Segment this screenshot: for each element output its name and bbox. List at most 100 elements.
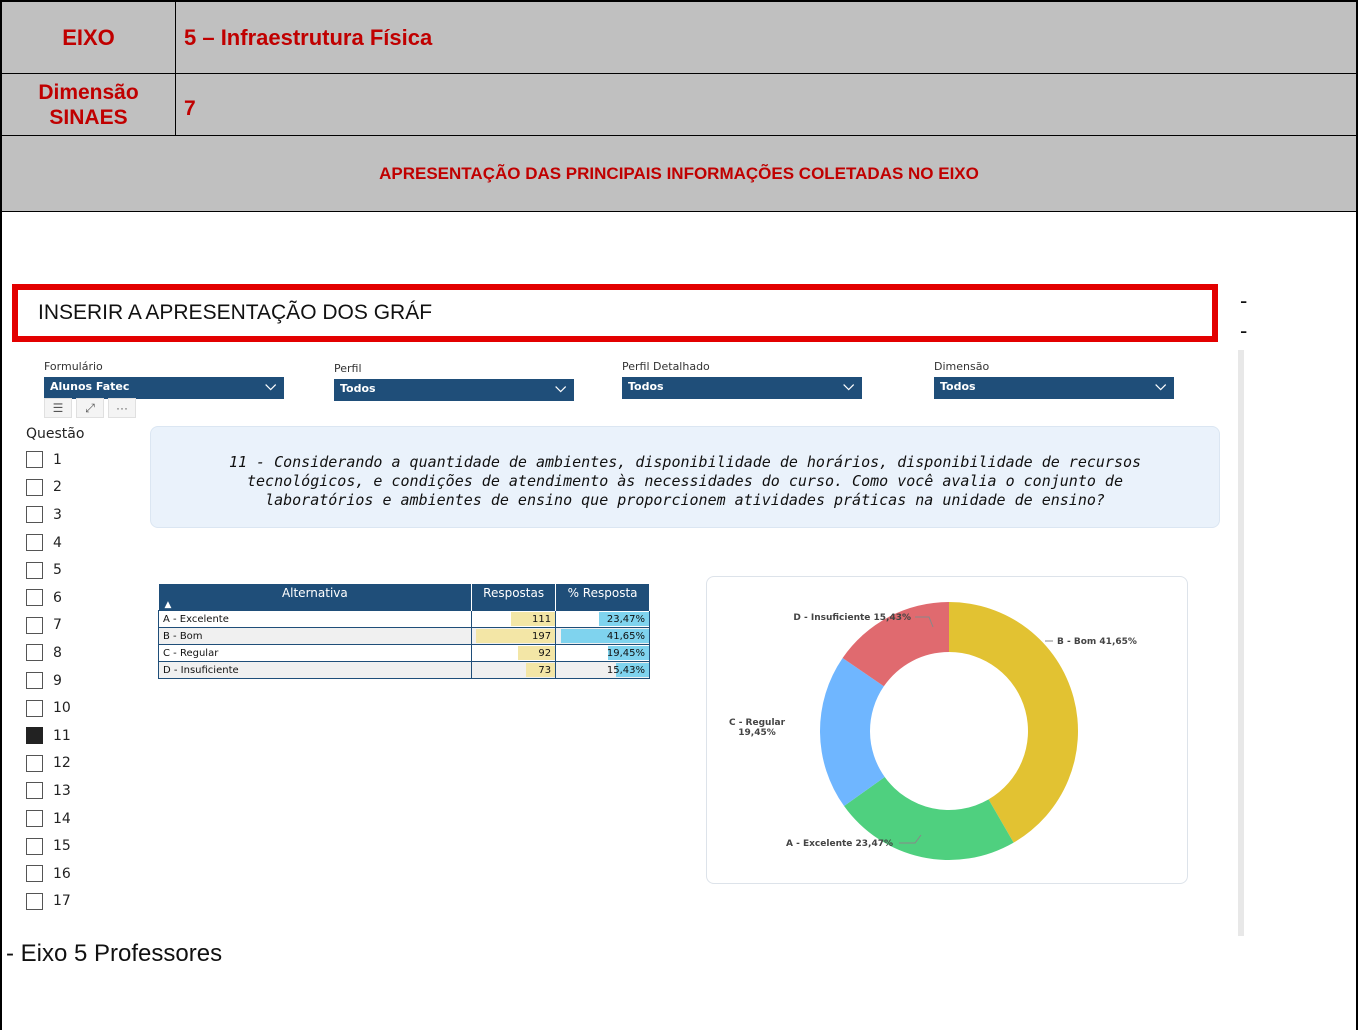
question-option[interactable]: 13 <box>26 777 71 805</box>
checkbox[interactable] <box>26 782 43 800</box>
results-table: Alternativa ▲ Respostas % Resposta A - E… <box>157 584 650 679</box>
slice-label: B - Bom 41,65% <box>1057 637 1137 647</box>
sort-up-icon: ▲ <box>164 600 172 610</box>
checkbox[interactable] <box>26 810 43 828</box>
dimensao-value: 7 <box>184 96 196 120</box>
dimensao-label: Dimensão SINAES <box>2 74 176 135</box>
dropdown-value: Todos <box>628 380 664 393</box>
alternativa-cell: A - Excelente <box>157 610 473 628</box>
chevron-down-icon: ⌵ <box>843 378 854 394</box>
question-option[interactable]: 17 <box>26 888 71 916</box>
question-option-label: 7 <box>53 617 62 634</box>
question-option-label: 13 <box>53 782 71 799</box>
slice-label: A - Excelente 23,47% <box>786 839 893 849</box>
table-row[interactable]: B - Bom 197 41,65% <box>157 627 650 645</box>
table-row[interactable]: A - Excelente 111 23,47% <box>157 610 650 628</box>
question-option-label: 11 <box>53 727 71 744</box>
document-header-table: EIXO 5 – Infraestrutura Física Dimensão S… <box>0 0 1358 212</box>
checkbox[interactable] <box>26 672 43 690</box>
filter-formulario: Formulário Alunos Fatec ⌵ <box>44 360 284 399</box>
checkbox[interactable] <box>26 865 43 883</box>
question-option[interactable]: 15 <box>26 832 71 860</box>
checkbox[interactable] <box>26 892 43 910</box>
respostas-value: 92 <box>538 647 552 659</box>
pct-resposta-cell: 23,47% <box>555 610 650 628</box>
dropdown-value: Todos <box>940 380 976 393</box>
filter-label: Dimensão <box>934 360 990 373</box>
question-option-label: 12 <box>53 755 71 772</box>
footer-caption: - Eixo 5 Professores <box>6 940 223 967</box>
checkbox[interactable] <box>26 534 43 552</box>
eixo-label: EIXO <box>2 2 176 73</box>
question-option-label: 1 <box>53 451 62 468</box>
question-option-label: 17 <box>53 893 71 910</box>
checkbox[interactable] <box>26 727 43 745</box>
checkbox[interactable] <box>26 616 43 634</box>
checkbox[interactable] <box>26 589 43 607</box>
checkbox[interactable] <box>26 561 43 579</box>
checkbox[interactable] <box>26 837 43 855</box>
table-row[interactable]: C - Regular 92 19,45% <box>157 644 650 662</box>
question-option-label: 16 <box>53 865 71 882</box>
document-body: INSERIR A APRESENTAÇÃO DOS GRÁF - - Form… <box>0 212 1358 1030</box>
question-option[interactable]: 14 <box>26 805 71 833</box>
checkbox[interactable] <box>26 699 43 717</box>
question-slicer-label: Questão <box>26 426 85 442</box>
column-header-label: Alternativa <box>281 586 348 600</box>
checkbox[interactable] <box>26 478 43 496</box>
perfil-detalhado-dropdown[interactable]: Todos ⌵ <box>622 377 862 399</box>
checkbox[interactable] <box>26 451 43 469</box>
column-header-pct-resposta[interactable]: % Resposta <box>555 584 650 611</box>
formulario-dropdown[interactable]: Alunos Fatec ⌵ <box>44 377 284 399</box>
focus-mode-icon[interactable]: ⤢ <box>76 398 104 418</box>
filter-label: Perfil <box>334 362 362 375</box>
side-dash: - <box>1240 318 1248 343</box>
visual-toolbar: ☰ ⤢ ··· <box>44 398 136 418</box>
respostas-cell: 73 <box>471 661 557 679</box>
donut-chart-card: B - Bom 41,65% A - Excelente 23,47% D - In… <box>706 576 1188 884</box>
slice-label: 19,45% <box>738 728 776 738</box>
dashboard-panel: Formulário Alunos Fatec ⌵ Perfil Todos ⌵… <box>16 350 1244 936</box>
filter-icon[interactable]: ☰ <box>44 398 72 418</box>
respostas-value: 73 <box>538 664 552 676</box>
question-option[interactable]: 2 <box>26 474 71 502</box>
chevron-down-icon: ⌵ <box>265 378 276 394</box>
dimensao-dropdown[interactable]: Todos ⌵ <box>934 377 1174 399</box>
question-option[interactable]: 6 <box>26 584 71 612</box>
question-slicer: 1 2 3 4 5 6 7 8 9 10 11 12 13 14 15 16 17 <box>26 446 71 915</box>
question-option[interactable]: 7 <box>26 612 71 640</box>
chevron-down-icon: ⌵ <box>555 380 566 396</box>
column-header-respostas[interactable]: Respostas <box>471 584 557 611</box>
question-option-label: 15 <box>53 838 71 855</box>
question-option[interactable]: 11 <box>26 722 71 750</box>
donut-chart: B - Bom 41,65% A - Excelente 23,47% D - In… <box>729 602 1137 860</box>
column-header-alternativa[interactable]: Alternativa ▲ <box>158 584 473 611</box>
more-options-icon[interactable]: ··· <box>108 398 136 418</box>
insert-placeholder-box: INSERIR A APRESENTAÇÃO DOS GRÁF <box>12 284 1218 342</box>
dropdown-value: Alunos Fatec <box>50 380 130 393</box>
perfil-dropdown[interactable]: Todos ⌵ <box>334 379 574 401</box>
checkbox[interactable] <box>26 754 43 772</box>
question-option[interactable]: 3 <box>26 501 71 529</box>
table-row[interactable]: D - Insuficiente 73 15,43% <box>157 661 650 679</box>
filter-dimensao: Dimensão Todos ⌵ <box>934 360 1174 399</box>
question-option-label: 6 <box>53 589 62 606</box>
scrollbar[interactable] <box>1238 350 1244 936</box>
dropdown-value: Todos <box>340 382 376 395</box>
dimensao-label-line1: Dimensão <box>38 80 139 104</box>
section-title: APRESENTAÇÃO DAS PRINCIPAIS INFORMAÇÕES … <box>2 136 1356 212</box>
checkbox[interactable] <box>26 506 43 524</box>
question-option[interactable]: 4 <box>26 529 71 557</box>
question-option[interactable]: 16 <box>26 860 71 888</box>
question-option[interactable]: 10 <box>26 694 71 722</box>
question-option[interactable]: 8 <box>26 639 71 667</box>
question-option-label: 3 <box>53 506 62 523</box>
question-option[interactable]: 9 <box>26 667 71 695</box>
question-option[interactable]: 1 <box>26 446 71 474</box>
question-option-label: 2 <box>53 479 62 496</box>
question-option[interactable]: 12 <box>26 750 71 778</box>
question-option[interactable]: 5 <box>26 556 71 584</box>
pct-resposta-value: 19,45% <box>606 647 645 659</box>
pct-resposta-value: 41,65% <box>606 630 645 642</box>
checkbox[interactable] <box>26 644 43 662</box>
